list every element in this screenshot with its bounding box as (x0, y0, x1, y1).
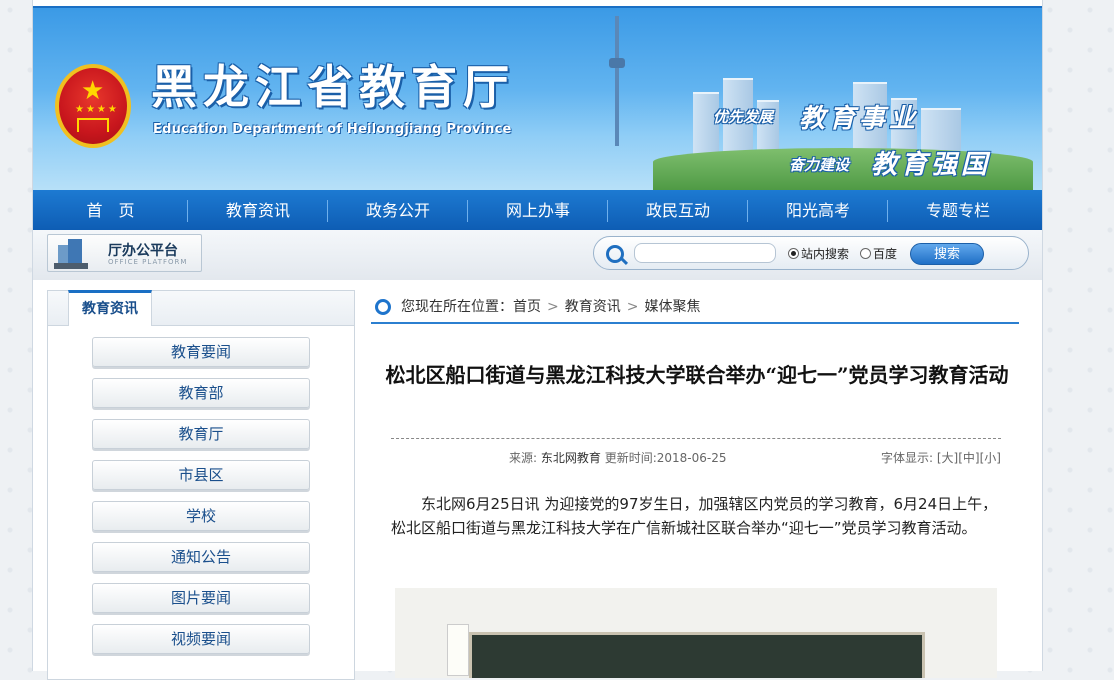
national-emblem-icon: ★ ★★★★ (55, 64, 131, 148)
time-label: 更新时间: (604, 451, 657, 465)
slogan-1-large: 教育事业 (799, 104, 920, 134)
office-platform-button[interactable]: 厅办公平台 OFFICE PLATFORM (47, 234, 202, 272)
sidebar-tab-education-news[interactable]: 教育资讯 (68, 290, 152, 326)
font-medium-link[interactable]: [中] (958, 451, 979, 465)
sidebar-item-notices[interactable]: 通知公告 (92, 542, 310, 572)
nav-item-special-topics[interactable]: 专题专栏 (888, 190, 1028, 230)
nav-item-online-services[interactable]: 网上办事 (468, 190, 608, 230)
breadcrumb-level2[interactable]: 媒体聚焦 (644, 299, 700, 315)
article-source-line: 来源: 东北网教育 更新时间:2018-06-25 (509, 449, 727, 466)
slogan-2-small: 奋力建设 (789, 156, 850, 174)
nav-item-government-affairs[interactable]: 政务公开 (328, 190, 468, 230)
search-input[interactable] (634, 243, 776, 263)
page-container: ★ ★★★★ 黑龙江省教育厅 Education Department of H… (32, 0, 1043, 680)
sidebar-item-schools[interactable]: 学校 (92, 501, 310, 531)
building-icon (54, 239, 88, 269)
sidebar-item-department[interactable]: 教育厅 (92, 419, 310, 449)
blackboard-graphic (469, 632, 925, 678)
source-label: 来源: (509, 451, 538, 465)
time-value: 2018-06-25 (656, 451, 727, 465)
radio-site-search-label: 站内搜索 (801, 247, 850, 261)
slogan-1-small: 优先发展 (713, 108, 774, 126)
radio-baidu-label: 百度 (873, 247, 898, 261)
font-large-link[interactable]: [大] (937, 451, 958, 465)
notice-paper-graphic (447, 624, 469, 676)
radio-checked-icon (788, 248, 799, 259)
toolbar: 厅办公平台 OFFICE PLATFORM 站内搜索 百度 搜索 (33, 230, 1042, 280)
breadcrumb: 您现在所在位置：首页 > 教育资讯 > 媒体聚焦 (371, 294, 1019, 324)
nav-item-public-interaction[interactable]: 政民互动 (608, 190, 748, 230)
breadcrumb-level1[interactable]: 教育资讯 (565, 299, 621, 315)
breadcrumb-home[interactable]: 首页 (513, 299, 541, 315)
search-icon[interactable] (606, 245, 624, 263)
article-photo (395, 588, 997, 678)
breadcrumb-separator: > (547, 299, 559, 315)
location-dot-icon (375, 299, 391, 315)
article-title: 松北区船口街道与黑龙江科技大学联合举办“迎七一”党员学习教育活动 (385, 363, 1009, 387)
site-banner: ★ ★★★★ 黑龙江省教育厅 Education Department of H… (33, 8, 1042, 190)
sidebar-item-ministry[interactable]: 教育部 (92, 378, 310, 408)
font-small-link[interactable]: [小] (980, 451, 1001, 465)
sidebar-header: 教育资讯 (48, 290, 354, 326)
nav-item-home[interactable]: 首 页 (33, 190, 188, 230)
sidebar-item-education-headlines[interactable]: 教育要闻 (92, 337, 310, 367)
breadcrumb-text: 您现在所在位置：首页 > 教育资讯 > 媒体聚焦 (401, 296, 700, 316)
sidebar-item-cities-counties[interactable]: 市县区 (92, 460, 310, 490)
sidebar-item-video-news[interactable]: 视频要闻 (92, 624, 310, 654)
font-size-label: 字体显示: (881, 451, 934, 465)
main-nav: 首 页 教育资讯 政务公开 网上办事 政民互动 阳光高考 专题专栏 (33, 190, 1042, 230)
radio-unchecked-icon (860, 248, 871, 259)
nav-item-education-news[interactable]: 教育资讯 (188, 190, 328, 230)
article-meta: 来源: 东北网教育 更新时间:2018-06-25 字体显示: [大][中][小… (391, 438, 1001, 467)
site-title: 黑龙江省教育厅 (151, 60, 515, 114)
site-subtitle: Education Department of Heilongjiang Pro… (153, 122, 512, 137)
source-value: 东北网教育 (540, 451, 601, 465)
office-platform-subtitle: OFFICE PLATFORM (108, 258, 188, 266)
sidebar-item-photo-news[interactable]: 图片要闻 (92, 583, 310, 613)
nav-item-college-entrance[interactable]: 阳光高考 (748, 190, 888, 230)
radio-baidu-search[interactable]: 百度 (860, 245, 897, 262)
sidebar: 教育资讯 教育要闻 教育部 教育厅 市县区 学校 通知公告 图片要闻 视频要闻 (47, 290, 355, 680)
search-button[interactable]: 搜索 (910, 243, 984, 265)
breadcrumb-separator: > (626, 299, 639, 315)
breadcrumb-prefix: 您现在所在位置： (401, 299, 513, 315)
font-size-controls: 字体显示: [大][中][小] (881, 449, 1001, 466)
slogan-2-large: 教育强国 (871, 150, 992, 180)
radio-site-search[interactable]: 站内搜索 (788, 245, 849, 262)
search-bar: 站内搜索 百度 搜索 (593, 236, 1029, 270)
article-body: 东北网6月25日讯 为迎接党的97岁生日，加强辖区内党员的学习教育，6月24日上… (391, 495, 998, 537)
office-platform-title: 厅办公平台 (108, 243, 178, 259)
tv-tower-graphic (609, 16, 625, 146)
